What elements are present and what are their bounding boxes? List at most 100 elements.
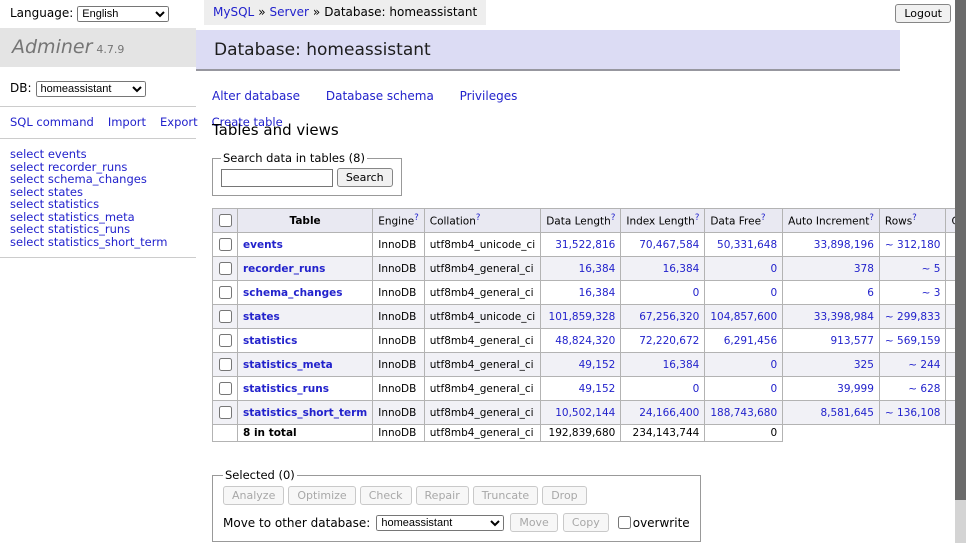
index-length-value[interactable]: 16,384 — [663, 359, 700, 371]
scrollbar-thumb[interactable] — [955, 0, 966, 500]
tables-overview-table: Table Engine? Collation? Data Length? In… — [212, 208, 966, 442]
index-length-value[interactable]: 24,166,400 — [639, 407, 699, 419]
main-content: MySQL»Server»Database: homeassistant Dat… — [196, 0, 956, 543]
sidebar-action-export[interactable]: Export — [160, 115, 198, 129]
check-button[interactable]: Check — [360, 486, 412, 505]
row-checkbox[interactable] — [219, 358, 232, 371]
index-length-value[interactable]: 67,256,320 — [639, 311, 699, 323]
auto-increment-value[interactable]: 6 — [867, 287, 874, 299]
collation-cell: utf8mb4_general_ci — [424, 329, 540, 353]
index-length-value[interactable]: 16,384 — [663, 263, 700, 275]
row-checkbox[interactable] — [219, 262, 232, 275]
drop-button[interactable]: Drop — [542, 486, 586, 505]
sidebar-action-import[interactable]: Import — [108, 115, 146, 129]
optimize-button[interactable]: Optimize — [288, 486, 355, 505]
search-input[interactable] — [221, 169, 333, 187]
sidebar-item-select-statistics-runs[interactable]: select statistics_runs — [10, 223, 186, 236]
auto-increment-value[interactable]: 8,581,645 — [820, 407, 873, 419]
table-link[interactable]: statistics_runs — [243, 383, 329, 395]
rows-count-value[interactable]: ~ 5 — [922, 263, 941, 275]
row-checkbox[interactable] — [219, 406, 232, 419]
sidebar-item-select-schema-changes[interactable]: select schema_changes — [10, 173, 186, 186]
auto-increment-value[interactable]: 325 — [854, 359, 874, 371]
overwrite-checkbox[interactable] — [618, 516, 631, 529]
breadcrumb-link-server[interactable]: Server — [270, 5, 309, 19]
index-length-help-link[interactable]: ? — [695, 213, 700, 223]
index-length-value[interactable]: 0 — [693, 287, 700, 299]
table-link[interactable]: schema_changes — [243, 287, 343, 299]
data-length-value[interactable]: 10,502,144 — [555, 407, 615, 419]
index-length-value[interactable]: 72,220,672 — [639, 335, 699, 347]
row-checkbox[interactable] — [219, 286, 232, 299]
logout-button[interactable]: Logout — [895, 4, 951, 23]
table-link[interactable]: recorder_runs — [243, 263, 325, 275]
alter-database-link[interactable]: Alter database — [212, 89, 300, 103]
data-length-value[interactable]: 48,824,320 — [555, 335, 615, 347]
index-length-value[interactable]: 0 — [693, 383, 700, 395]
move-button[interactable]: Move — [510, 513, 558, 532]
database-schema-link[interactable]: Database schema — [326, 89, 434, 103]
rows-count-value[interactable]: ~ 299,833 — [885, 311, 941, 323]
rows-count-value[interactable]: ~ 3 — [922, 287, 941, 299]
data-length-value[interactable]: 31,522,816 — [555, 239, 615, 251]
data-free-value[interactable]: 0 — [770, 383, 777, 395]
data-free-value[interactable]: 0 — [770, 263, 777, 275]
data-length-help-link[interactable]: ? — [611, 213, 616, 223]
engine-cell: InnoDB — [373, 281, 425, 305]
rows-count-value[interactable]: ~ 136,108 — [885, 407, 941, 419]
sidebar-item-select-events[interactable]: select events — [10, 148, 186, 161]
auto-increment-value[interactable]: 39,999 — [837, 383, 874, 395]
truncate-button[interactable]: Truncate — [473, 486, 538, 505]
data-length-value[interactable]: 49,152 — [579, 383, 616, 395]
data-length-value[interactable]: 49,152 — [579, 359, 616, 371]
table-link[interactable]: statistics_short_term — [243, 407, 367, 419]
engine-help-link[interactable]: ? — [414, 213, 419, 223]
vertical-scrollbar[interactable] — [955, 0, 966, 543]
auto-increment-value[interactable]: 33,898,196 — [814, 239, 874, 251]
search-button[interactable]: Search — [337, 168, 393, 187]
sidebar-action-sql-command[interactable]: SQL command — [10, 115, 94, 129]
privileges-link[interactable]: Privileges — [460, 89, 518, 103]
index-length-value[interactable]: 70,467,584 — [639, 239, 699, 251]
move-database-select[interactable]: homeassistant — [376, 515, 504, 531]
data-free-value[interactable]: 0 — [770, 287, 777, 299]
sidebar-item-select-statistics[interactable]: select statistics — [10, 198, 186, 211]
auto-increment-help-link[interactable]: ? — [869, 213, 874, 223]
table-link[interactable]: events — [243, 239, 283, 251]
breadcrumb-link-mysql[interactable]: MySQL — [213, 5, 254, 19]
rows-count-value[interactable]: ~ 569,159 — [885, 335, 941, 347]
data-free-value[interactable]: 6,291,456 — [724, 335, 777, 347]
row-checkbox[interactable] — [219, 310, 232, 323]
table-link[interactable]: statistics — [243, 335, 297, 347]
data-free-value[interactable]: 50,331,648 — [717, 239, 777, 251]
auto-increment-value[interactable]: 913,577 — [831, 335, 874, 347]
table-link[interactable]: statistics_meta — [243, 359, 333, 371]
rows-help-link[interactable]: ? — [912, 213, 917, 223]
select-all-checkbox[interactable] — [219, 214, 232, 227]
header-checkbox-cell — [213, 209, 238, 233]
data-free-help-link[interactable]: ? — [761, 213, 766, 223]
data-free-value[interactable]: 104,857,600 — [710, 311, 777, 323]
collation-help-link[interactable]: ? — [476, 213, 481, 223]
row-checkbox[interactable] — [219, 382, 232, 395]
table-link[interactable]: states — [243, 311, 280, 323]
row-checkbox[interactable] — [219, 238, 232, 251]
data-length-value[interactable]: 16,384 — [579, 287, 616, 299]
language-select[interactable]: English — [77, 6, 169, 22]
sidebar-item-select-statistics-short-term[interactable]: select statistics_short_term — [10, 236, 186, 249]
rows-count-value[interactable]: ~ 244 — [908, 359, 940, 371]
db-select[interactable]: homeassistant — [36, 81, 146, 97]
auto-increment-value[interactable]: 378 — [854, 263, 874, 275]
data-length-value[interactable]: 101,859,328 — [549, 311, 616, 323]
rows-count-value[interactable]: ~ 312,180 — [885, 239, 941, 251]
data-length-value[interactable]: 16,384 — [579, 263, 616, 275]
auto-increment-value[interactable]: 33,398,984 — [814, 311, 874, 323]
analyze-button[interactable]: Analyze — [223, 486, 284, 505]
data-free-value[interactable]: 0 — [770, 359, 777, 371]
repair-button[interactable]: Repair — [416, 486, 469, 505]
copy-button[interactable]: Copy — [563, 513, 609, 532]
row-checkbox[interactable] — [219, 334, 232, 347]
brand-link[interactable]: Adminer — [12, 36, 92, 58]
rows-count-value[interactable]: ~ 628 — [908, 383, 940, 395]
data-free-value[interactable]: 188,743,680 — [710, 407, 777, 419]
